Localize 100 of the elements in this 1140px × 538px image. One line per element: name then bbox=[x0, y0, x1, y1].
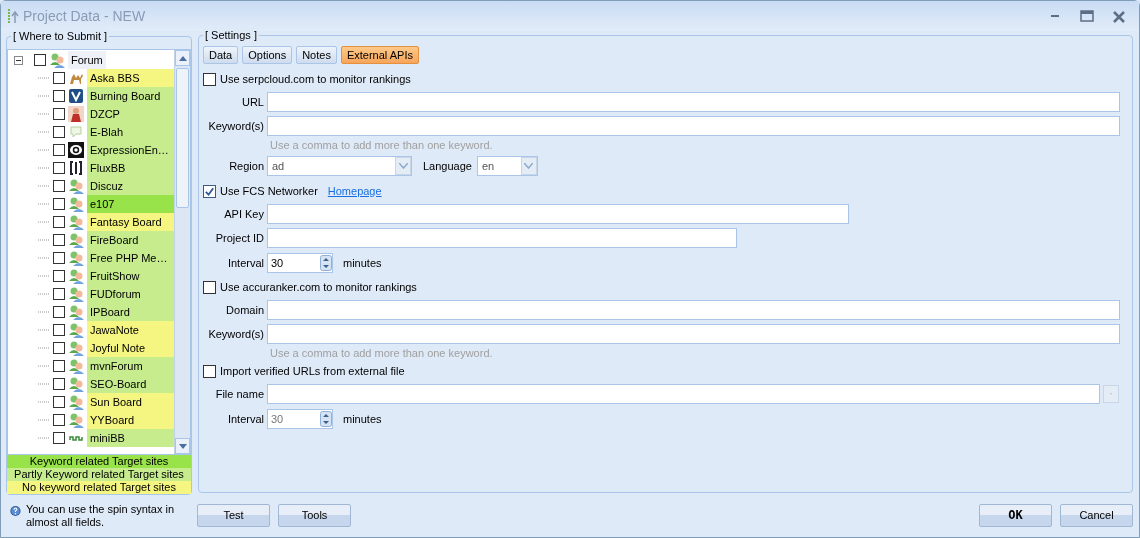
homepage-link[interactable]: Homepage bbox=[327, 182, 382, 200]
tree-item[interactable]: mvnForum bbox=[87, 357, 174, 375]
checkbox[interactable] bbox=[53, 198, 65, 210]
checkbox-label: Use accuranker.com to monitor rankings bbox=[220, 279, 417, 295]
people-icon bbox=[68, 232, 84, 248]
field-label: Domain bbox=[225, 302, 265, 318]
speech-bubble-icon bbox=[68, 124, 84, 140]
tree-line bbox=[38, 293, 50, 295]
shield-icon bbox=[68, 88, 84, 104]
scroll-up-button[interactable] bbox=[175, 50, 190, 66]
tree-line bbox=[38, 365, 50, 367]
checkbox[interactable] bbox=[203, 364, 216, 378]
checkbox[interactable] bbox=[53, 270, 65, 282]
tree-item[interactable]: Sun Board bbox=[87, 393, 174, 411]
checkbox[interactable] bbox=[34, 54, 46, 66]
tab[interactable]: Data bbox=[203, 46, 239, 64]
collapse-icon[interactable] bbox=[14, 55, 23, 65]
tree-item[interactable]: FruitShow bbox=[87, 267, 174, 285]
people-icon bbox=[68, 358, 84, 374]
text-field[interactable] bbox=[267, 92, 1120, 112]
tab[interactable]: Options bbox=[242, 46, 293, 64]
tree-item[interactable]: Aska BBS bbox=[87, 69, 174, 87]
text-field[interactable] bbox=[267, 324, 1120, 344]
checkbox[interactable] bbox=[53, 306, 65, 318]
spinner-arrows-icon bbox=[320, 411, 332, 427]
language-dropdown[interactable]: en bbox=[476, 156, 538, 176]
tree-item[interactable]: ExpressionEn… bbox=[87, 141, 174, 159]
tree-item[interactable]: IPBoard bbox=[87, 303, 174, 321]
tree-item[interactable]: Fantasy Board bbox=[87, 213, 174, 231]
up-arrow-icon bbox=[178, 55, 187, 61]
window-title: Project Data - NEW bbox=[23, 6, 146, 26]
tree-item[interactable]: FUDforum bbox=[87, 285, 174, 303]
tree-item[interactable]: Burning Board bbox=[87, 87, 174, 105]
tree-item[interactable]: E-Blah bbox=[87, 123, 174, 141]
checkbox[interactable] bbox=[53, 180, 65, 192]
tree-line bbox=[38, 203, 50, 205]
checkbox[interactable] bbox=[53, 342, 65, 354]
tree-item[interactable]: JawaNote bbox=[87, 321, 174, 339]
checkbox[interactable] bbox=[53, 72, 65, 84]
dialog-button[interactable]: Test bbox=[197, 503, 270, 527]
checkbox[interactable] bbox=[203, 72, 216, 86]
people-icon bbox=[68, 286, 84, 302]
tab[interactable]: Notes bbox=[296, 46, 337, 64]
number-spinner[interactable]: 30 bbox=[267, 253, 333, 273]
checkbox[interactable] bbox=[53, 396, 65, 408]
dialog-button[interactable]: Cancel bbox=[1060, 503, 1133, 527]
scroll-down-button[interactable] bbox=[175, 438, 190, 454]
spinner-arrows-icon bbox=[320, 255, 332, 271]
checkbox[interactable] bbox=[53, 90, 65, 102]
tree-item[interactable]: DZCP bbox=[87, 105, 174, 123]
tree-item[interactable]: Forum bbox=[68, 51, 106, 69]
checkbox[interactable] bbox=[203, 184, 216, 198]
tree-line bbox=[38, 311, 50, 313]
checkbox[interactable] bbox=[53, 216, 65, 228]
tree-item[interactable]: Free PHP Me… bbox=[87, 249, 174, 267]
checkbox[interactable] bbox=[53, 108, 65, 120]
people-icon bbox=[68, 250, 84, 266]
tree-item[interactable]: e107 bbox=[87, 195, 174, 213]
check-icon bbox=[204, 185, 215, 197]
text-field[interactable] bbox=[267, 384, 1100, 404]
checkbox[interactable] bbox=[53, 126, 65, 138]
scroll-thumb[interactable] bbox=[176, 68, 189, 208]
legend-item: No keyword related Target sites bbox=[7, 481, 191, 494]
field-label: File name bbox=[214, 386, 265, 402]
checkbox[interactable] bbox=[203, 280, 216, 294]
checkbox[interactable] bbox=[53, 252, 65, 264]
tree-item[interactable]: Discuz bbox=[87, 177, 174, 195]
checkbox-label: Import verified URLs from external file bbox=[220, 363, 405, 379]
panel-title: [ Settings ] bbox=[203, 28, 259, 42]
text-field[interactable] bbox=[267, 204, 849, 224]
tree-item[interactable]: miniBB bbox=[87, 429, 174, 447]
tree-line bbox=[38, 149, 50, 151]
tree-item[interactable]: FluxBB bbox=[87, 159, 174, 177]
checkbox[interactable] bbox=[53, 378, 65, 390]
checkbox[interactable] bbox=[53, 360, 65, 372]
checkbox[interactable] bbox=[53, 288, 65, 300]
tree-line bbox=[38, 167, 50, 169]
text-field[interactable] bbox=[267, 300, 1120, 320]
text-field[interactable] bbox=[267, 116, 1120, 136]
checkbox[interactable] bbox=[53, 414, 65, 426]
tree-item[interactable]: Joyful Note bbox=[87, 339, 174, 357]
field-label: API Key bbox=[223, 206, 265, 222]
checkbox[interactable] bbox=[53, 432, 65, 444]
tree-item[interactable]: YYBoard bbox=[87, 411, 174, 429]
tab[interactable]: External APIs bbox=[340, 46, 419, 64]
dialog-button[interactable]: Tools bbox=[278, 503, 351, 527]
checkbox[interactable] bbox=[53, 324, 65, 336]
checkbox[interactable] bbox=[53, 144, 65, 156]
tree-line bbox=[38, 95, 50, 97]
scrollbar[interactable] bbox=[174, 50, 190, 454]
region-dropdown[interactable]: ad bbox=[267, 156, 412, 176]
tree-item[interactable]: FireBoard bbox=[87, 231, 174, 249]
text-field[interactable] bbox=[267, 228, 737, 248]
checkbox[interactable] bbox=[53, 162, 65, 174]
dialog-button[interactable]: OK bbox=[979, 503, 1052, 527]
field-label: Keyword(s) bbox=[207, 118, 265, 134]
field-label: Interval bbox=[226, 411, 265, 427]
legend-item: Keyword related Target sites bbox=[7, 455, 191, 468]
checkbox[interactable] bbox=[53, 234, 65, 246]
tree-item[interactable]: SEO-Board bbox=[87, 375, 174, 393]
